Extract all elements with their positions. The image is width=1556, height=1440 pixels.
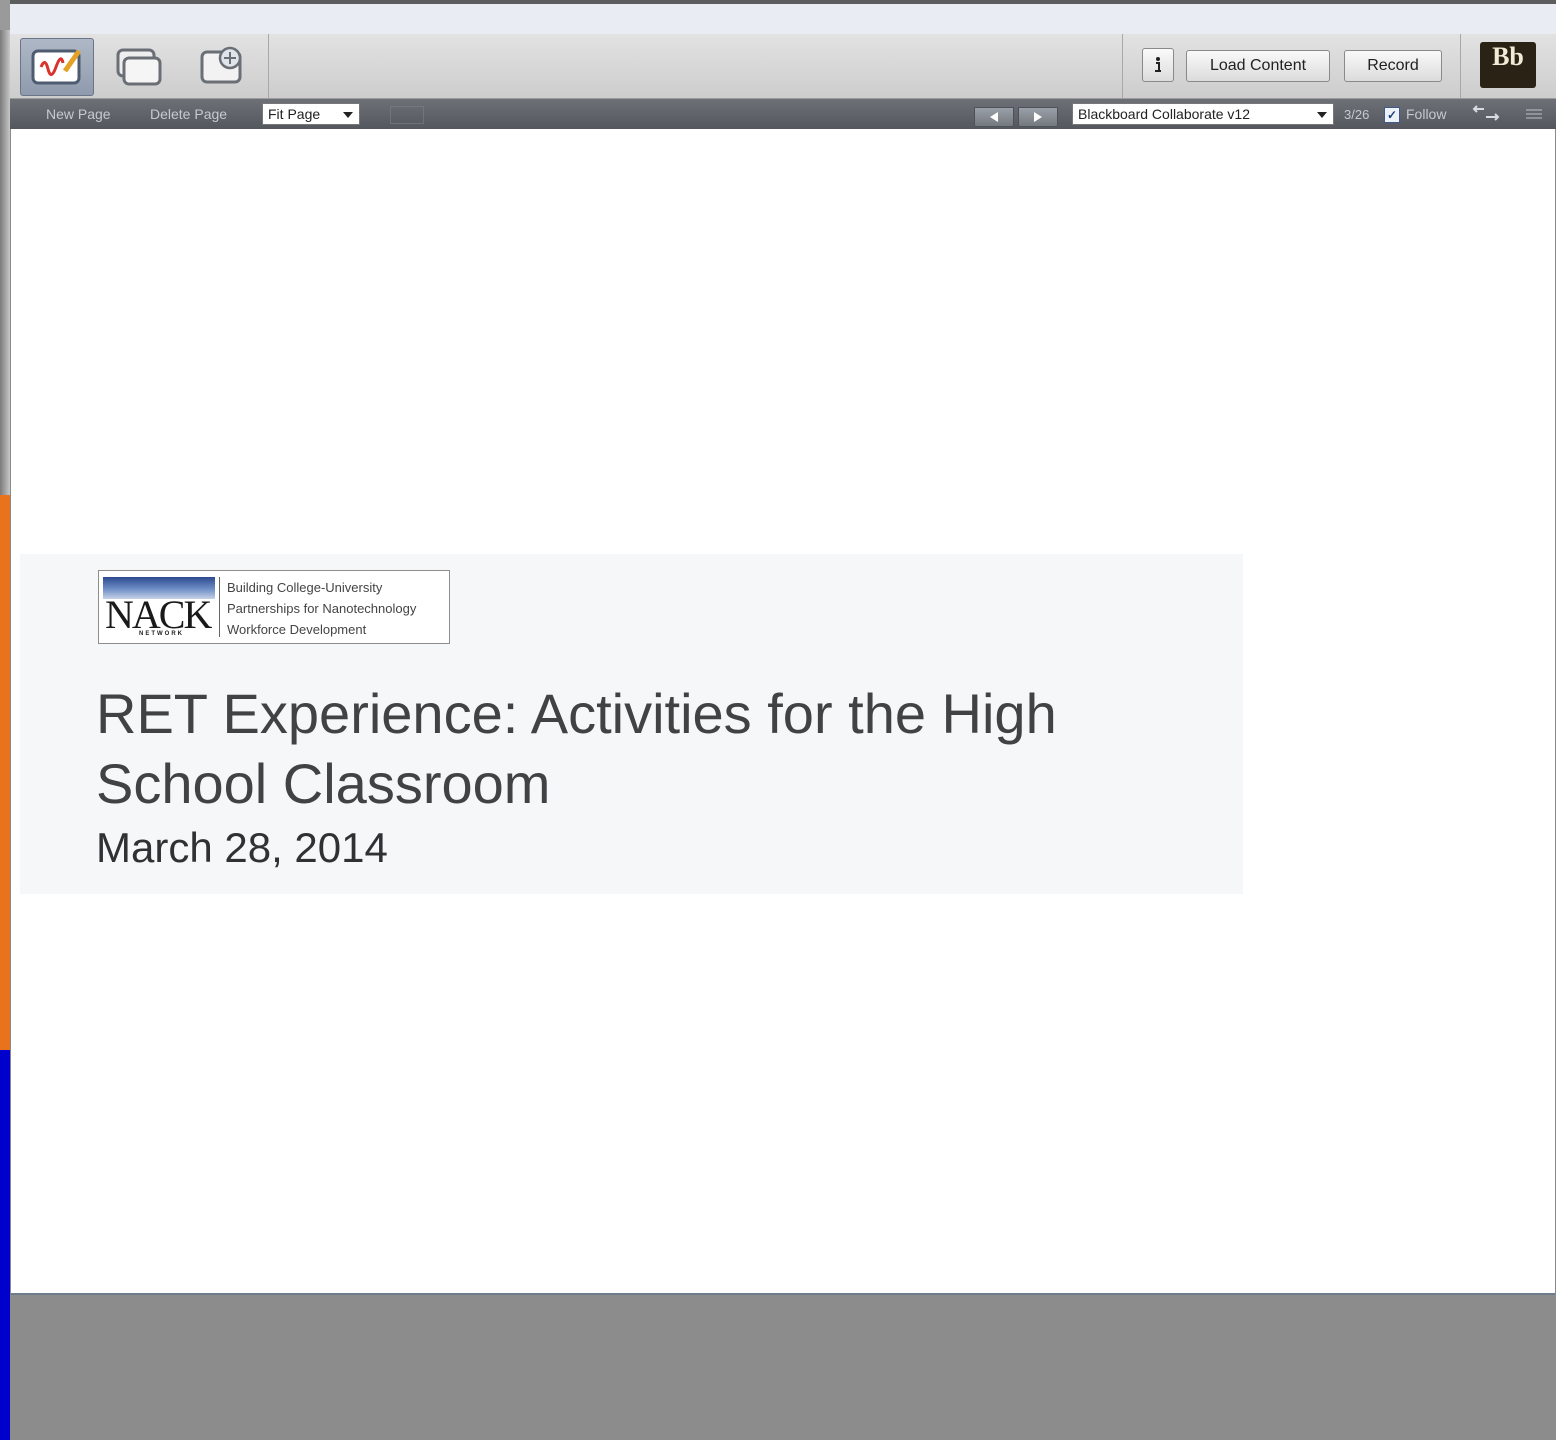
thumbnails-icon[interactable] <box>390 106 424 124</box>
left-edge <box>0 0 10 1440</box>
nack-tagline-line: Workforce Development <box>227 622 367 637</box>
left-edge-gray <box>0 30 10 495</box>
chevron-down-icon <box>1317 112 1327 118</box>
load-content-button[interactable]: Load Content <box>1186 50 1330 82</box>
swap-arrows-icon[interactable] <box>1472 105 1502 123</box>
presentation-slide: NACK NETWORK Building College-University… <box>20 554 1243 894</box>
whiteboard-subbar: New Page Delete Page Fit Page Blackboard… <box>10 99 1556 129</box>
bottom-panel <box>10 1295 1556 1440</box>
record-button[interactable]: Record <box>1344 50 1442 82</box>
nack-logo: NACK NETWORK Building College-University… <box>98 570 450 644</box>
chevron-down-icon <box>343 112 353 118</box>
application-sharing-icon <box>116 48 162 86</box>
info-icon <box>1155 57 1161 72</box>
left-edge-orange <box>0 495 10 1050</box>
nack-logo-word: NACK <box>105 592 212 637</box>
document-select-value: Blackboard Collaborate v12 <box>1078 106 1250 122</box>
slide-title: RET Experience: Activities for the High … <box>96 682 1057 815</box>
arrow-left-icon <box>990 112 998 122</box>
whiteboard-icon <box>31 49 82 85</box>
grip-icon[interactable] <box>1524 107 1544 121</box>
nack-logo-divider <box>219 577 220 637</box>
nack-logo-subword: NETWORK <box>139 631 184 637</box>
web-tour-tool-button[interactable] <box>186 38 258 94</box>
toolbar-separator <box>1460 34 1461 98</box>
blackboard-logo: Bb <box>1480 42 1536 88</box>
zoom-select-value: Fit Page <box>268 106 321 122</box>
toolbar-separator <box>268 34 269 98</box>
previous-page-button[interactable] <box>974 107 1014 127</box>
window-top-bar <box>10 0 1556 35</box>
page-count: 3/26 <box>1344 107 1370 122</box>
new-page-button[interactable]: New Page <box>46 106 111 122</box>
toolbar-separator <box>1122 34 1123 98</box>
nack-tagline-line: Building College-University <box>227 580 383 595</box>
slide-date: March 28, 2014 <box>96 824 388 871</box>
nack-tagline-line: Partnerships for Nanotechnology <box>227 601 417 616</box>
whiteboard-tool-button[interactable] <box>20 38 94 96</box>
follow-label: Follow <box>1406 106 1447 122</box>
follow-checkbox[interactable]: ✓ <box>1384 107 1400 123</box>
whiteboard-canvas[interactable]: NACK NETWORK Building College-University… <box>11 129 1555 1295</box>
app-share-tool-button[interactable] <box>102 38 174 94</box>
left-edge-blue <box>0 1050 10 1440</box>
zoom-select[interactable]: Fit Page <box>262 103 360 125</box>
nack-logo-mark: NACK NETWORK <box>103 575 215 639</box>
delete-page-button[interactable]: Delete Page <box>150 106 227 122</box>
main-toolbar: Load Content Record Bb <box>10 34 1556 99</box>
web-tour-icon <box>200 46 242 84</box>
next-page-button[interactable] <box>1018 107 1058 127</box>
document-select[interactable]: Blackboard Collaborate v12 <box>1072 103 1334 125</box>
info-button[interactable] <box>1142 48 1174 82</box>
arrow-right-icon <box>1034 112 1042 122</box>
